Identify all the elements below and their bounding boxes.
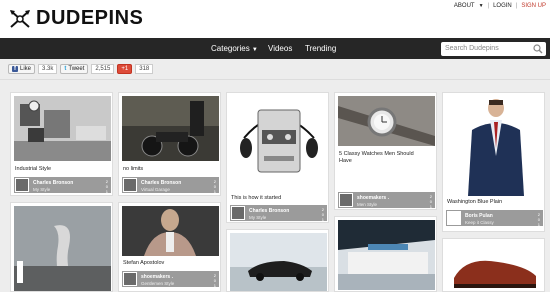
pin-caption: Washington Blue Plain <box>447 199 503 205</box>
pin-card[interactable]: Industrial Style Charles Bronson My Styl… <box>10 92 113 196</box>
pin-user[interactable]: Charles Bronson <box>141 180 181 186</box>
crossed-axes-logo-icon <box>10 9 30 28</box>
about-link[interactable]: ABOUT <box>454 3 475 9</box>
social-bar: f Like 3.3k t Tweet 2,515 +1 318 <box>8 64 154 74</box>
avatar[interactable] <box>15 178 29 192</box>
pin-image <box>338 220 435 290</box>
pin-board[interactable]: Gentlemen Style <box>141 281 174 286</box>
avatar[interactable] <box>231 206 245 220</box>
pin-meta: Charles Bronson Virtual Garage 2 0 1 <box>122 177 219 194</box>
logo-text: DUDEPINS <box>36 7 144 29</box>
pin-caption: Stefan Apostolov <box>123 260 165 266</box>
pin-caption: no limits <box>123 166 144 172</box>
pin-card[interactable] <box>334 216 437 292</box>
link-separator: | <box>487 3 490 9</box>
chevron-down-icon: ▼ <box>251 47 258 53</box>
pin-user[interactable]: Boris Pulan <box>465 213 493 219</box>
pin-stats: 2 0 1 <box>213 273 216 288</box>
pin-caption: 5 Classy Watches Men Should Have <box>339 151 414 164</box>
avatar[interactable] <box>339 193 353 207</box>
nav-videos[interactable]: Videos <box>268 44 292 53</box>
pin-meta: Charles Bronson My Style 2 0 1 <box>14 177 111 194</box>
pin-card[interactable]: 5 Classy Watches Men Should Have shoemak… <box>334 92 437 210</box>
pin-stats: 2 0 1 <box>213 179 216 194</box>
pin-image <box>446 242 543 291</box>
avatar[interactable] <box>123 178 137 192</box>
pin-board[interactable]: Virtual Garage <box>141 187 170 192</box>
pin-stats: 2 0 1 <box>429 194 432 209</box>
chevron-down-icon: ▼ <box>478 3 484 9</box>
avatar[interactable] <box>123 272 137 286</box>
top-links: ABOUT ▼ | LOGIN | SIGN UP <box>454 3 546 9</box>
pin-board[interactable]: My Style <box>33 187 50 192</box>
like-count: 3.3k <box>38 64 58 74</box>
pin-image <box>14 206 111 291</box>
divider <box>0 79 550 80</box>
link-separator: | <box>515 3 518 9</box>
pin-meta: Charles Bronson My Style 2 0 1 <box>230 205 327 222</box>
pin-board[interactable]: My Style <box>249 215 266 220</box>
search-icon[interactable] <box>533 44 543 54</box>
pin-image <box>122 96 219 161</box>
like-label: Like <box>20 66 32 72</box>
nav-categories-label: Categories <box>211 44 250 53</box>
pin-caption: Industrial Style <box>15 166 52 172</box>
signup-link[interactable]: SIGN UP <box>521 3 546 9</box>
pin-meta: shoemakers . Gentlemen Style 2 0 1 <box>122 271 219 288</box>
nav-trending[interactable]: Trending <box>305 44 336 53</box>
pin-image <box>230 96 327 191</box>
pin-meta: Boris Pulan Keep it Classy 2 0 1 <box>446 210 543 227</box>
pin-card[interactable] <box>226 229 329 292</box>
tweet-count: 2,515 <box>91 64 115 74</box>
pin-meta: shoemakers . Men Style 2 0 1 <box>338 192 435 209</box>
pin-stats: 2 0 1 <box>321 207 324 222</box>
pin-image <box>230 233 327 291</box>
pin-card[interactable]: This is how it started Charles Bronson M… <box>226 92 329 223</box>
pin-card[interactable]: Washington Blue Plain Boris Pulan Keep i… <box>442 92 545 232</box>
pin-user[interactable]: shoemakers . <box>141 274 173 280</box>
search-input[interactable]: Search Dudepins <box>441 42 546 56</box>
gplus-count: 318 <box>135 64 154 74</box>
pin-user[interactable]: Charles Bronson <box>249 208 289 214</box>
pin-board[interactable]: Men Style <box>357 202 377 207</box>
site-logo[interactable]: DUDEPINS <box>8 7 143 30</box>
facebook-icon: f <box>12 66 18 72</box>
nav-categories[interactable]: Categories ▼ <box>211 44 258 53</box>
pin-image <box>446 96 543 196</box>
top-header: DUDEPINS ABOUT ▼ | LOGIN | SIGN UP <box>0 0 550 38</box>
pin-image <box>338 96 435 146</box>
pin-user[interactable]: Charles Bronson <box>33 180 73 186</box>
facebook-like-button[interactable]: f Like <box>8 64 36 74</box>
pin-caption: This is how it started <box>231 195 282 201</box>
pin-stats: 2 0 1 <box>537 212 540 227</box>
twitter-icon: t <box>64 66 67 72</box>
pin-card[interactable]: no limits Charles Bronson Virtual Garage… <box>118 92 221 196</box>
pin-card[interactable] <box>442 238 545 292</box>
tweet-button[interactable]: t Tweet <box>60 64 89 74</box>
pin-stats: 2 0 1 <box>105 179 108 194</box>
avatar[interactable] <box>447 211 461 225</box>
pin-user[interactable]: shoemakers . <box>357 195 389 201</box>
pin-card[interactable]: Stefan Apostolov shoemakers . Gentlemen … <box>118 202 221 292</box>
pin-card[interactable] <box>10 202 113 292</box>
pin-board[interactable]: Keep it Classy <box>465 220 494 225</box>
pin-image <box>14 96 111 161</box>
tweet-label: Tweet <box>68 66 85 72</box>
search-placeholder: Search Dudepins <box>445 45 499 52</box>
pin-image <box>122 206 219 256</box>
login-link[interactable]: LOGIN <box>493 3 512 9</box>
google-plus-button[interactable]: +1 <box>117 64 133 74</box>
